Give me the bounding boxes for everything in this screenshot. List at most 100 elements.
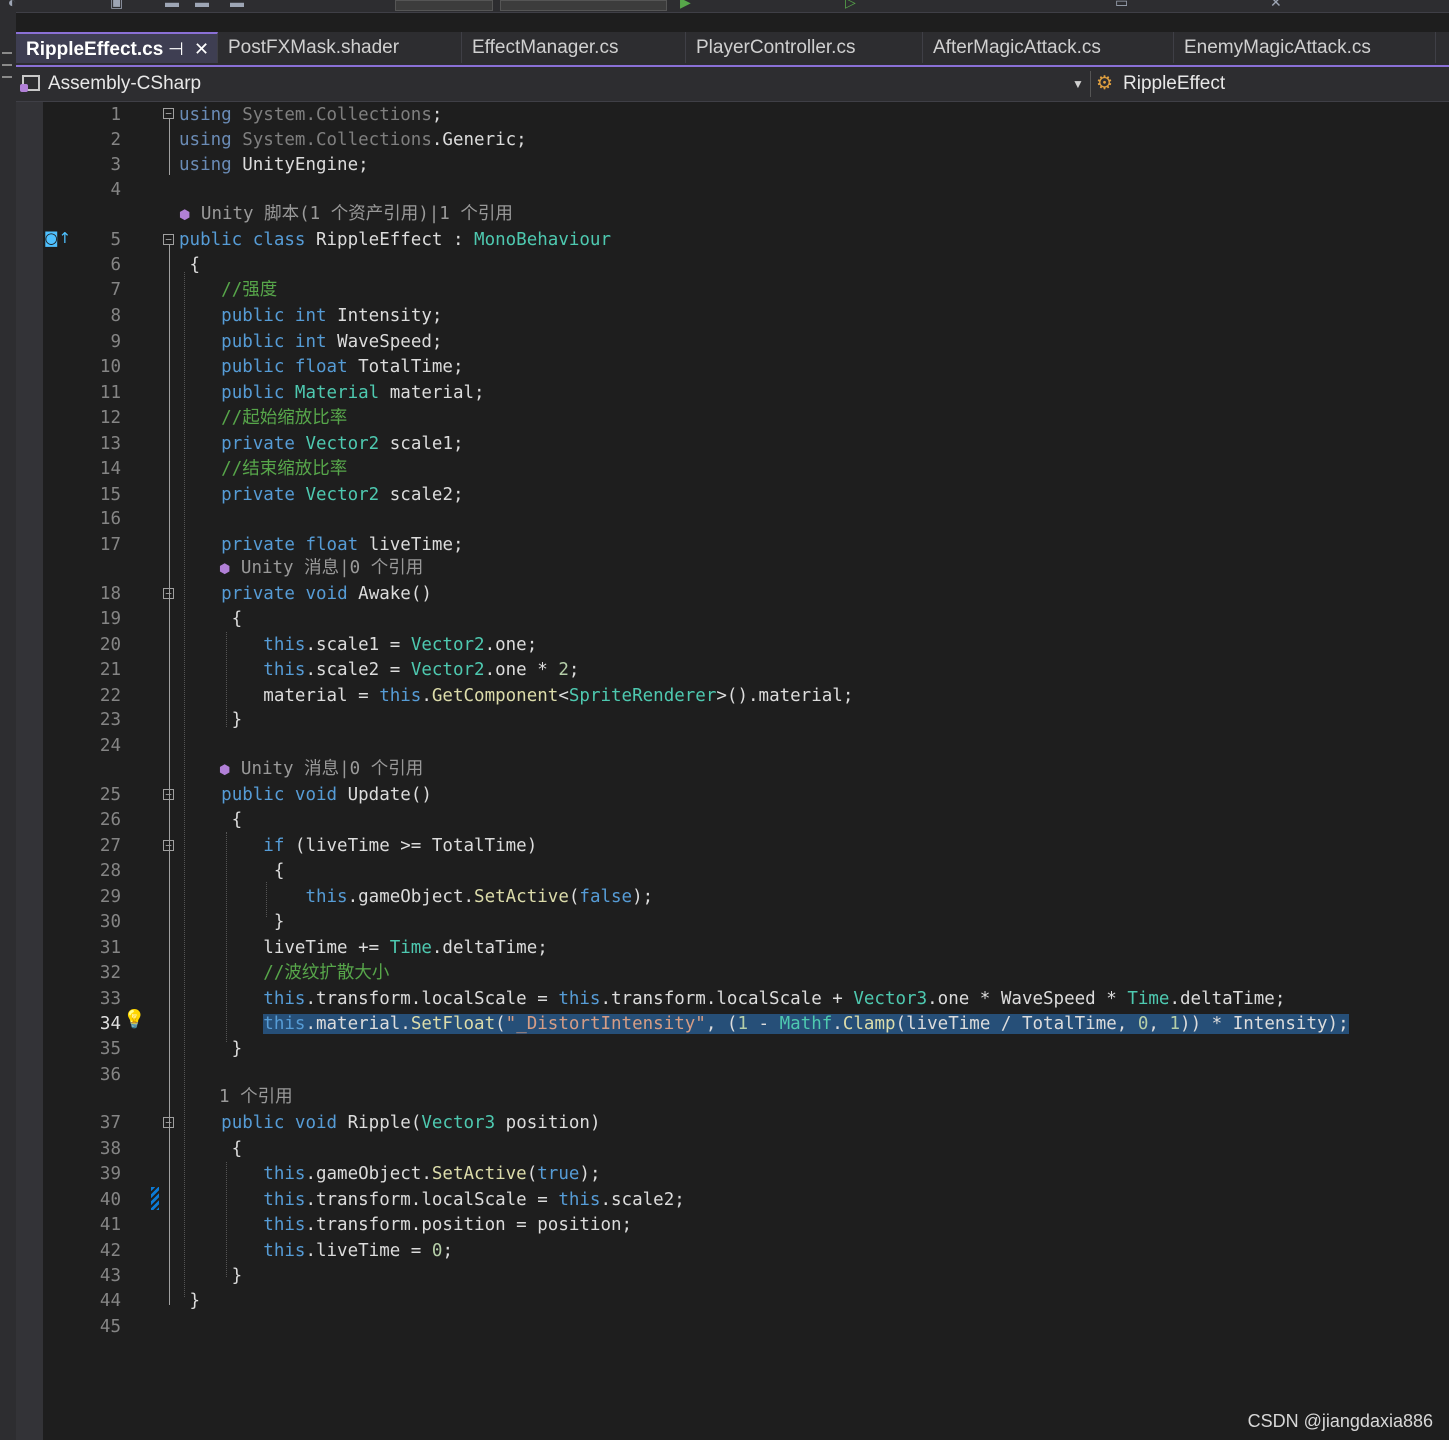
toolbar-icon[interactable]: ▣: [110, 0, 123, 11]
line-number: 20: [99, 635, 121, 655]
codelens-text: Unity 消息|0 个引用: [240, 759, 424, 779]
tab-postfxmask[interactable]: PostFXMask.shader: [218, 32, 462, 63]
bookmark-icon[interactable]: ✕: [1270, 0, 1282, 11]
line-number: 7: [110, 280, 121, 300]
toolbar-icon[interactable]: ▬: [230, 0, 244, 10]
code-text: this.scale2 = Vector2.one * 2;: [263, 660, 580, 680]
configuration-dropdown[interactable]: [395, 0, 493, 11]
codelens-update[interactable]: ⬢ Unity 消息|0 个引用: [219, 757, 423, 783]
line-number: 24: [99, 736, 121, 756]
project-icon: [20, 75, 40, 92]
fold-toggle[interactable]: −: [163, 234, 174, 245]
lightbulb-icon[interactable]: 💡: [123, 1009, 145, 1030]
code-text: //波纹扩散大小: [263, 963, 390, 983]
tab-enemymagicattack[interactable]: EnemyMagicAttack.cs: [1174, 32, 1436, 63]
watermark: CSDN @jiangdaxia886: [1247, 1411, 1433, 1431]
line-number: 42: [99, 1241, 121, 1261]
strip-mark[interactable]: [2, 76, 12, 78]
line-number: 45: [99, 1317, 121, 1337]
fold-toggle[interactable]: −: [163, 1117, 174, 1128]
line-number: 38: [99, 1139, 121, 1159]
code-text: public class RippleEffect : MonoBehaviou…: [179, 230, 611, 250]
unity-cube-icon: ⬢: [219, 562, 231, 577]
tab-rippleeffect[interactable]: RippleEffect.cs ⊣ ✕: [16, 32, 218, 63]
class-dropdown[interactable]: RippleEffect: [1123, 67, 1225, 101]
close-icon[interactable]: ✕: [194, 34, 209, 63]
line-number: 41: [99, 1215, 121, 1235]
code-text: {: [179, 1139, 243, 1159]
start-without-debug-icon[interactable]: ▷: [845, 0, 856, 11]
code-text: public void Ripple(Vector3 position): [221, 1113, 601, 1133]
code-text: using System.Collections;: [179, 105, 443, 125]
unity-cube-icon: ⬢: [179, 208, 191, 223]
toolbar-icon[interactable]: ▭: [1115, 0, 1128, 11]
glyph-margin[interactable]: [16, 102, 43, 1440]
fold-toggle[interactable]: −: [163, 108, 174, 119]
code-text: public void Update(): [221, 785, 432, 805]
code-text: using System.Collections.Generic;: [179, 130, 527, 150]
line-number: 37: [99, 1113, 121, 1133]
divider: [1090, 71, 1091, 97]
code-text: //结束缩放比率: [221, 459, 348, 479]
line-number: 13: [99, 434, 121, 454]
codelens-awake[interactable]: ⬢ Unity 消息|0 个引用: [219, 556, 423, 582]
project-dropdown[interactable]: Assembly-CSharp: [48, 67, 201, 101]
line-number: 35: [99, 1039, 121, 1059]
code-text: this.transform.localScale = this.scale2;: [263, 1190, 685, 1210]
code-text: this.transform.localScale = this.transfo…: [263, 989, 1286, 1009]
toolbar-icon[interactable]: ▬: [195, 0, 209, 10]
codelens-ripple[interactable]: 1 个引用: [219, 1085, 293, 1110]
tab-label: PlayerController.cs: [696, 37, 856, 58]
line-number: 28: [99, 861, 121, 881]
fold-toggle[interactable]: −: [163, 588, 174, 599]
line-number: 32: [99, 963, 121, 983]
code-editor[interactable]: − − − − − − ◙↑ 💡 ⬢ Unity 脚本(1 个资产引用)|1 个…: [43, 102, 1449, 1440]
line-number: 16: [99, 509, 121, 529]
tab-aftermagicattack[interactable]: AfterMagicAttack.cs: [923, 32, 1174, 63]
line-number: 12: [99, 408, 121, 428]
class-icon: ⚙: [1096, 73, 1114, 94]
strip-mark[interactable]: [2, 52, 12, 54]
codelens-class[interactable]: ⬢ Unity 脚本(1 个资产引用)|1 个引用: [179, 202, 513, 228]
code-text: }: [179, 1266, 243, 1286]
line-number: 36: [99, 1065, 121, 1085]
tab-label: EnemyMagicAttack.cs: [1184, 37, 1371, 58]
code-text: this.transform.position = position;: [263, 1215, 633, 1235]
line-number: 34: [99, 1014, 121, 1034]
line-number: 21: [99, 660, 121, 680]
toolbar-icon[interactable]: ▬: [165, 0, 179, 10]
line-number: 44: [99, 1291, 121, 1311]
code-text: {: [179, 861, 285, 881]
code-text: if (liveTime >= TotalTime): [263, 836, 538, 856]
fold-toggle[interactable]: −: [163, 840, 174, 851]
start-icon[interactable]: ▶: [680, 0, 691, 11]
line-number: 29: [99, 887, 121, 907]
code-text: using UnityEngine;: [179, 155, 369, 175]
line-number: 15: [99, 485, 121, 505]
code-text: private Vector2 scale1;: [221, 434, 464, 454]
chevron-down-icon[interactable]: ▼: [1072, 67, 1084, 101]
code-text: this.scale1 = Vector2.one;: [263, 635, 538, 655]
code-text: private void Awake(): [221, 584, 432, 604]
toolbar-icon[interactable]: ◐: [8, 0, 16, 10]
code-text: }: [179, 710, 243, 730]
line-number: 14: [99, 459, 121, 479]
strip-mark[interactable]: [2, 64, 12, 66]
tab-playercontroller[interactable]: PlayerController.cs: [686, 32, 923, 63]
toolbar: ◐ ▣ ▬ ▬ ▬ ▶ ▷ ▭ ✕: [0, 0, 1449, 13]
outline-line: [169, 245, 170, 1305]
code-text: private Vector2 scale2;: [221, 485, 464, 505]
line-number: 10: [99, 357, 121, 377]
code-text: liveTime += Time.deltaTime;: [179, 938, 548, 958]
platform-dropdown[interactable]: [500, 0, 667, 11]
pin-icon[interactable]: ⊣: [168, 34, 184, 63]
code-text: public float TotalTime;: [221, 357, 464, 377]
code-text: private float liveTime;: [221, 535, 464, 555]
tab-label: EffectManager.cs: [472, 37, 619, 58]
code-text: }: [179, 1039, 243, 1059]
line-number: 39: [99, 1164, 121, 1184]
line-number: 5: [110, 230, 121, 250]
fold-toggle[interactable]: −: [163, 789, 174, 800]
tab-effectmanager[interactable]: EffectManager.cs: [462, 32, 686, 63]
line-number: 8: [110, 306, 121, 326]
